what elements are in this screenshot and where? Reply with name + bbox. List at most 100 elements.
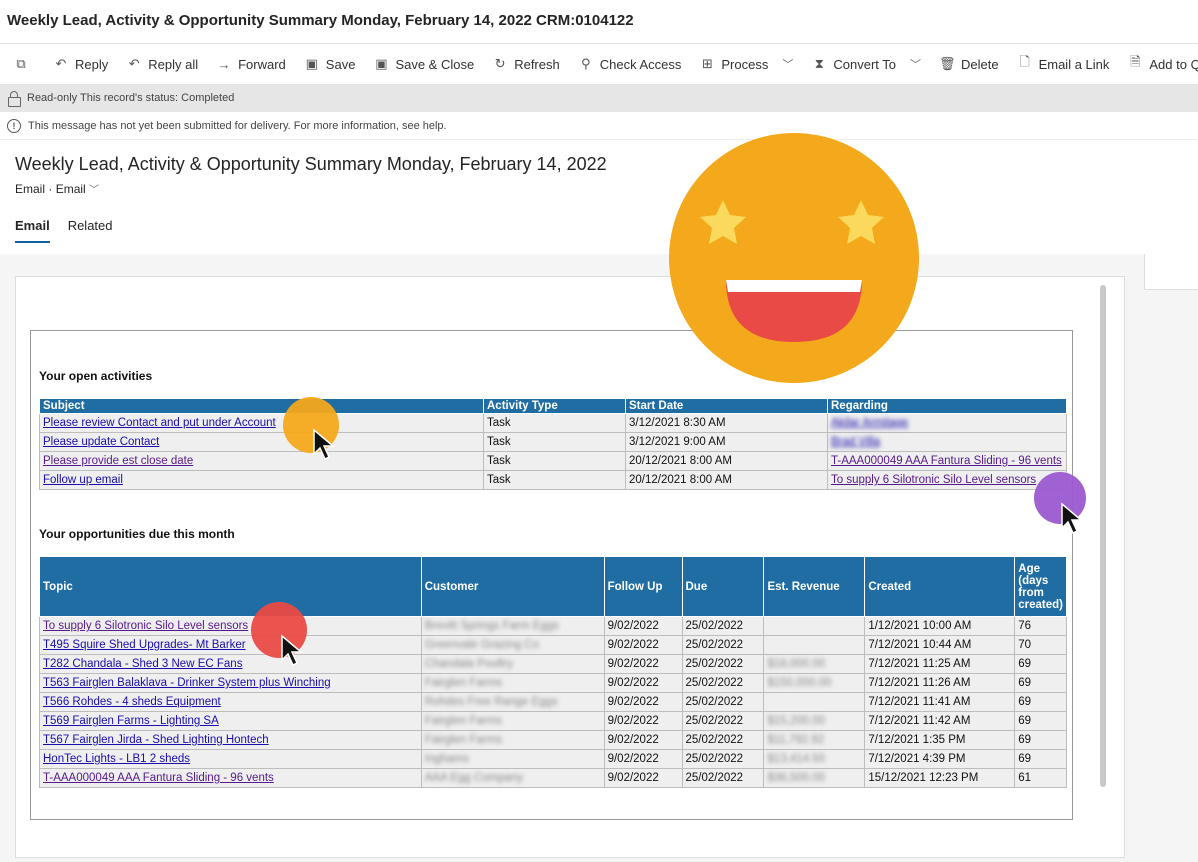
emoji-face xyxy=(669,133,919,383)
chevron-down-icon: ﹀ xyxy=(89,185,100,196)
activity-subject-link[interactable]: Follow up email xyxy=(43,474,123,486)
activity-regarding-link[interactable]: T-AAA000049 AAA Fantura Sliding - 96 ven… xyxy=(831,455,1062,467)
opp-customer-cell: Rohdes Free Range Eggs xyxy=(420,692,605,712)
activity-regarding-link[interactable]: Brad Villa xyxy=(831,436,880,448)
opp-due-cell: 25/02/2022 xyxy=(681,749,765,769)
opp-topic-link[interactable]: HonTec Lights - LB1 2 sheds xyxy=(43,753,190,765)
delete-button[interactable]: 🗑 Delete xyxy=(930,44,1008,84)
activity-subject-link[interactable]: Please update Contact xyxy=(43,436,159,448)
opp-topic-cell: T563 Fairglen Balaklava - Drinker System… xyxy=(39,673,422,693)
activity-subject-cell: Follow up email xyxy=(39,470,484,490)
col-regarding[interactable]: Regarding xyxy=(827,398,1067,414)
opp-revenue-cell xyxy=(763,635,866,655)
chevron-down-icon: ﹀ xyxy=(782,59,794,71)
check-access-button[interactable]: ⚲ Check Access xyxy=(569,44,691,84)
delete-icon: 🗑 xyxy=(939,56,956,71)
tab-email[interactable]: Email xyxy=(15,218,50,243)
chevron-down-icon: ﹀ xyxy=(910,59,921,71)
save-close-button[interactable]: ▣ Save & Close xyxy=(364,44,483,84)
add-to-queue-button[interactable]: 🗎Add to Queue xyxy=(1118,44,1198,84)
refresh-button[interactable]: ↻ Refresh xyxy=(483,44,569,84)
save-icon: ▣ xyxy=(305,56,318,71)
opp-followup-cell: 9/02/2022 xyxy=(603,654,683,674)
col-activity-type[interactable]: Activity Type xyxy=(483,398,626,414)
opp-created-cell: 7/12/2021 4:39 PM xyxy=(864,749,1016,769)
star-struck-emoji xyxy=(669,133,919,383)
opportunities-table: Topic Customer Follow Up Due Est. Revenu… xyxy=(39,556,1067,788)
activity-type-cell: Task xyxy=(483,432,626,452)
form-selector[interactable]: Email ﹀ xyxy=(56,182,99,196)
activity-type-cell: Task xyxy=(483,451,626,471)
reply-button[interactable]: ↶ Reply xyxy=(44,44,117,84)
activity-start-cell: 20/12/2021 8:00 AM xyxy=(625,451,828,471)
readonly-notice: Read-only This record's status: Complete… xyxy=(0,84,1198,112)
cursor-arrow-icon xyxy=(1061,502,1084,535)
forward-button[interactable]: → Forward xyxy=(207,44,295,84)
opp-topic-link[interactable]: T495 Squire Shed Upgrades- Mt Barker xyxy=(43,639,246,651)
check-access-icon: ⚲ xyxy=(580,56,591,71)
opp-due-cell: 25/02/2022 xyxy=(681,692,765,712)
table-row: T567 Fairglen Jirda - Shed Lighting Hont… xyxy=(39,730,1067,750)
opp-revenue-cell: $11,792.92 xyxy=(763,730,866,750)
opp-followup-cell: 9/02/2022 xyxy=(603,749,683,769)
activity-type-cell: Task xyxy=(483,470,626,490)
email-link-button[interactable]: 🗋 Email a Link xyxy=(1008,44,1119,84)
activity-regarding-link[interactable]: Akilar Armitage xyxy=(831,417,908,429)
opp-created-cell: 7/12/2021 11:25 AM xyxy=(864,654,1016,674)
reply-all-icon: ↶ xyxy=(128,56,140,71)
activity-regarding-cell: T-AAA000049 AAA Fantura Sliding - 96 ven… xyxy=(827,451,1067,471)
table-row: Follow up email Task 20/12/2021 8:00 AM To … xyxy=(39,470,1067,490)
save-button[interactable]: ▣ Save xyxy=(295,44,365,84)
tab-related[interactable]: Related xyxy=(68,218,113,243)
opp-revenue-cell: $13,414.50 xyxy=(763,749,866,769)
opp-topic-link[interactable]: T-AAA000049 AAA Fantura Sliding - 96 ven… xyxy=(43,772,274,784)
col-due[interactable]: Due xyxy=(681,556,765,617)
opp-customer-cell: Fairglen Farms xyxy=(420,673,605,693)
popout-button[interactable]: ⧉ xyxy=(4,44,44,84)
opp-topic-link[interactable]: T567 Fairglen Jirda - Shed Lighting Hont… xyxy=(43,734,269,746)
opp-due-cell: 25/02/2022 xyxy=(681,616,765,636)
opp-customer-cell: Brevitt Springs Farm Eggs xyxy=(420,616,605,636)
col-customer[interactable]: Customer xyxy=(420,556,605,617)
col-topic[interactable]: Topic xyxy=(39,556,422,617)
scrollbar[interactable] xyxy=(1100,285,1106,787)
activities-heading: Your open activities xyxy=(39,369,153,383)
opp-due-cell: 25/02/2022 xyxy=(681,730,765,750)
activity-subject-link[interactable]: Please provide est close date xyxy=(43,455,193,467)
activity-subject-link[interactable]: Please review Contact and put under Acco… xyxy=(43,417,276,429)
table-row: T495 Squire Shed Upgrades- Mt Barker Gree… xyxy=(39,635,1067,655)
opp-due-cell: 25/02/2022 xyxy=(681,635,765,655)
opp-topic-link[interactable]: T563 Fairglen Balaklava - Drinker System… xyxy=(43,677,331,689)
convert-to-button[interactable]: ⧗ Convert To ﹀ xyxy=(802,44,930,84)
col-est-revenue[interactable]: Est. Revenue xyxy=(763,556,866,617)
activity-start-cell: 3/12/2021 9:00 AM xyxy=(625,432,828,452)
table-row: To supply 6 Silotronic Silo Level sensor… xyxy=(39,616,1067,636)
window-title: Weekly Lead, Activity & Opportunity Summ… xyxy=(0,0,1198,44)
col-age[interactable]: Age (days from created) xyxy=(1014,556,1067,617)
col-created[interactable]: Created xyxy=(864,556,1016,617)
opp-topic-link[interactable]: T282 Chandala - Shed 3 New EC Fans xyxy=(43,658,242,670)
opp-topic-link[interactable]: T569 Fairglen Farms - Lighting SA xyxy=(43,715,219,727)
col-follow-up[interactable]: Follow Up xyxy=(603,556,683,617)
activity-regarding-cell: Brad Villa xyxy=(827,432,1067,452)
opp-topic-link[interactable]: To supply 6 Silotronic Silo Level sensor… xyxy=(43,620,248,632)
reply-icon: ↶ xyxy=(55,56,67,71)
activity-type-cell: Task xyxy=(483,413,626,433)
command-bar: ⧉ ↶ Reply ↶ Reply all → Forward ▣ Save ▣ Save… xyxy=(0,44,1198,84)
cursor-arrow-icon xyxy=(281,634,304,667)
activity-subject-cell: Please provide est close date xyxy=(39,451,484,471)
activity-regarding-link[interactable]: To supply 6 Silotronic Silo Level sensor… xyxy=(831,474,1036,486)
reply-all-button[interactable]: ↶ Reply all xyxy=(117,44,207,84)
activities-table: Subject Activity Type Start Date Regardi… xyxy=(39,398,1067,490)
opp-customer-cell: Inghams xyxy=(420,749,605,769)
process-button[interactable]: ⊞ Process ﹀ xyxy=(690,44,802,84)
opp-topic-cell: T495 Squire Shed Upgrades- Mt Barker xyxy=(39,635,422,655)
col-start-date[interactable]: Start Date xyxy=(625,398,828,414)
opp-followup-cell: 9/02/2022 xyxy=(603,616,683,636)
opp-topic-link[interactable]: T566 Rohdes - 4 sheds Equipment xyxy=(43,696,221,708)
opp-created-cell: 7/12/2021 11:26 AM xyxy=(864,673,1016,693)
col-subject[interactable]: Subject xyxy=(39,398,484,414)
opp-followup-cell: 9/02/2022 xyxy=(603,730,683,750)
opp-created-cell: 7/12/2021 11:42 AM xyxy=(864,711,1016,731)
info-icon: ! xyxy=(7,118,21,133)
